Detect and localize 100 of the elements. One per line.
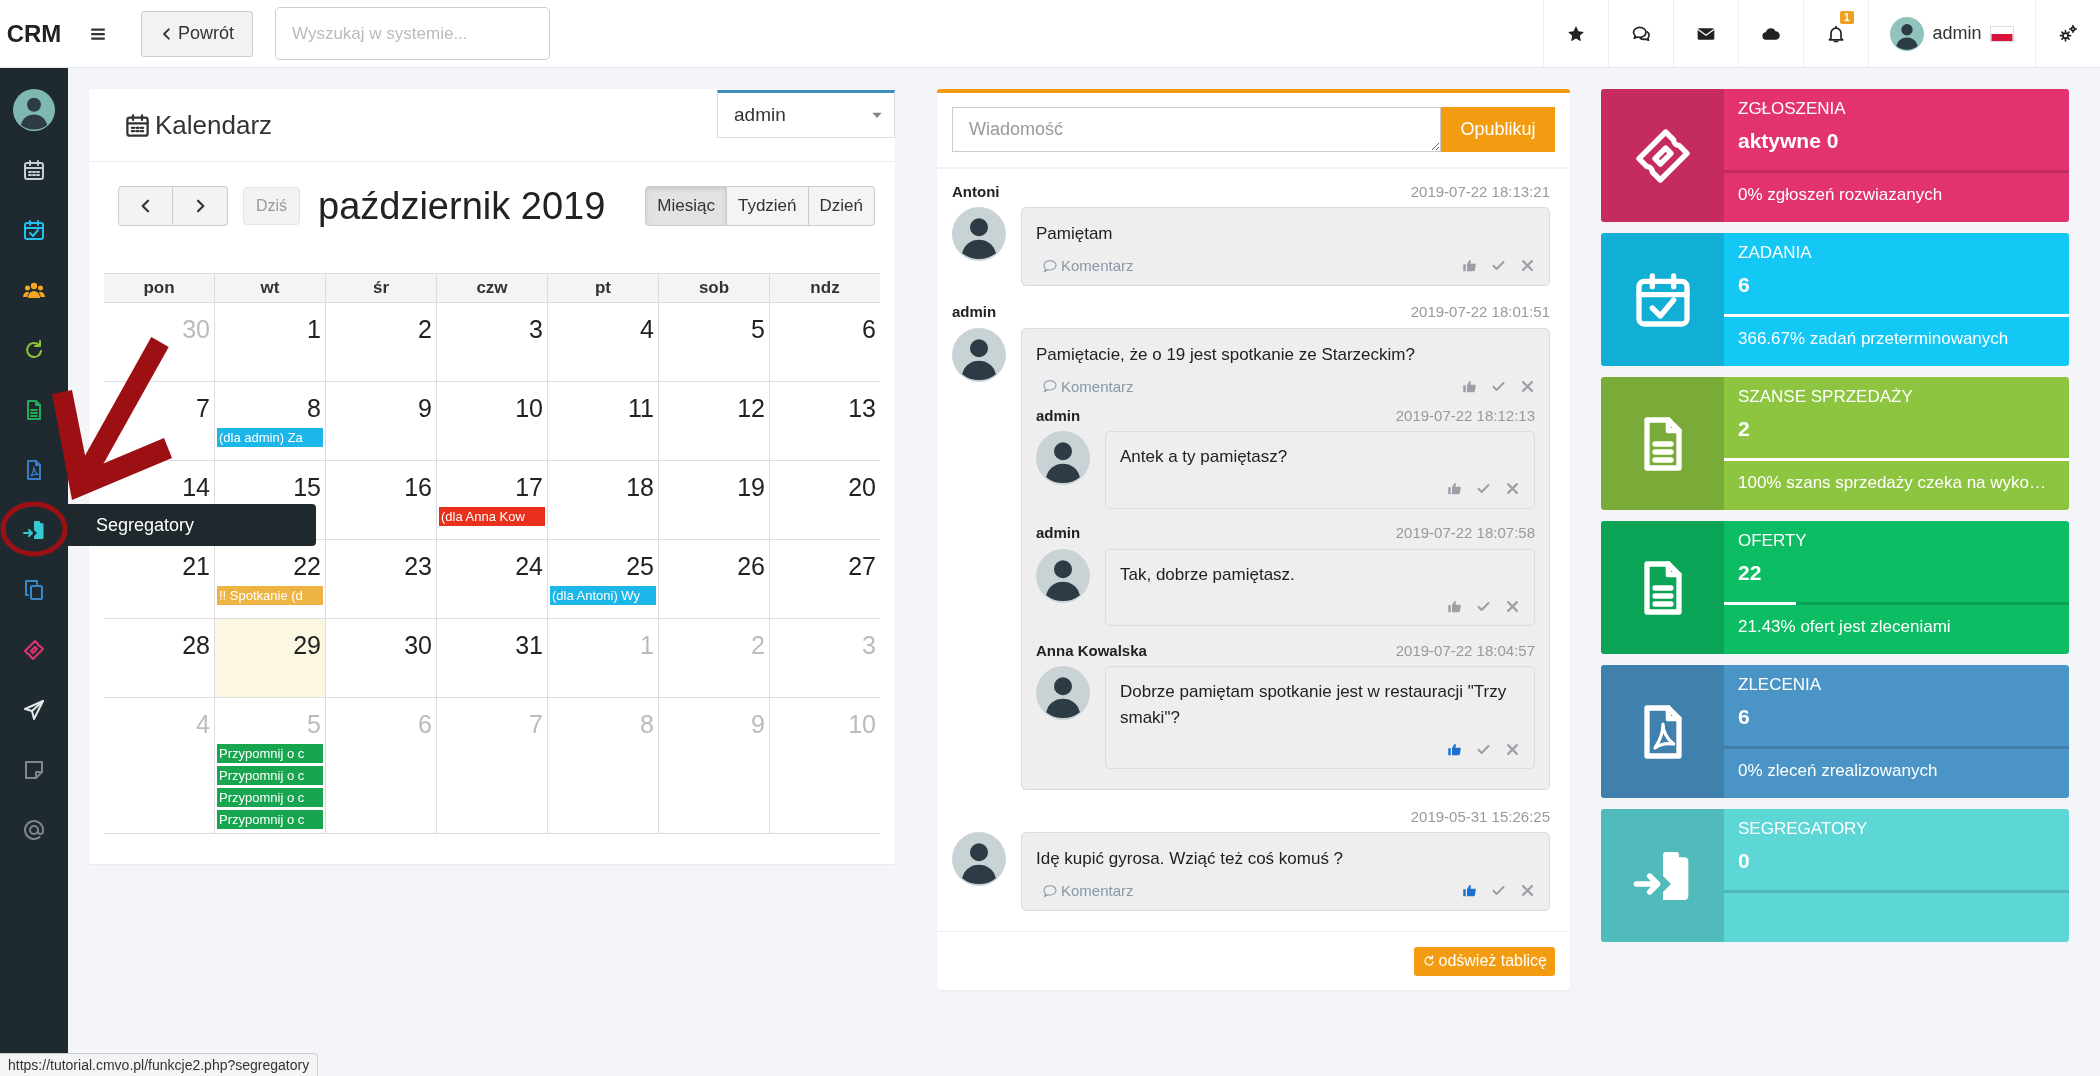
message-text: Pamiętacie, że o 19 jest spotkanie ze Starzeckim?: [1036, 343, 1416, 366]
weekday-header: wt: [214, 274, 325, 302]
day-number: 29: [292, 630, 322, 661]
day-number: 21: [181, 551, 211, 582]
thumbs-up-icon[interactable]: [1447, 598, 1462, 614]
timestamp: 2019-07-22 18:13:21: [1410, 182, 1550, 200]
at-sign-icon[interactable]: [22, 818, 46, 842]
calendar-event[interactable]: Przypomnij o c: [217, 766, 323, 785]
sticky-note-icon[interactable]: [22, 758, 46, 782]
comment-link[interactable]: Komentarz: [1042, 377, 1134, 395]
timestamp: 2019-07-22 18:01:51: [1410, 303, 1550, 320]
stat-title: ZGŁOSZENIA: [1737, 98, 1847, 120]
stat-value: 6: [1737, 704, 1751, 730]
calendar-event[interactable]: (dla admin) Za: [217, 428, 323, 447]
calendar-event[interactable]: Przypomnij o c: [217, 788, 323, 807]
search-field[interactable]: Wyszukaj w systemie...: [275, 7, 550, 60]
thumbs-up-icon[interactable]: [1462, 883, 1477, 898]
stat-value: 22: [1737, 560, 1763, 586]
user-name[interactable]: admin: [1932, 23, 1982, 44]
calendar-event[interactable]: Przypomnij o c: [217, 744, 323, 763]
stat-card[interactable]: SEGREGATORY 0: [1601, 809, 2069, 942]
close-icon[interactable]: [1505, 481, 1520, 496]
user-dropdown[interactable]: admin: [717, 90, 895, 138]
stat-card[interactable]: ZGŁOSZENIA aktywne 0 0% zgłoszeń rozwiazanych: [1601, 89, 2069, 222]
day-number: 23: [403, 551, 433, 582]
day-number: 6: [417, 709, 433, 740]
comment-text: Tak, dobrze pamiętasz.: [1120, 563, 1296, 586]
speech-bubble-icon: [1042, 257, 1058, 274]
stat-card[interactable]: ZADANIA 6 366.67% zadań przeterminowanych: [1601, 233, 2069, 366]
view-tab[interactable]: Tydzień: [726, 186, 809, 226]
comment-link[interactable]: Komentarz: [1042, 882, 1134, 899]
calendar-event[interactable]: (dla Antoni) Wy: [550, 586, 656, 605]
day-number: 26: [736, 551, 766, 582]
stat-value: 0: [1737, 848, 1751, 874]
day-number: 16: [403, 472, 433, 503]
close-icon[interactable]: [1505, 741, 1520, 757]
checkmark-icon[interactable]: [1491, 258, 1506, 273]
today-cell[interactable]: 29: [214, 619, 325, 697]
day-number: 30: [181, 314, 211, 345]
bell-icon[interactable]: [1826, 23, 1846, 44]
day-number: 4: [195, 709, 211, 740]
timestamp: 2019-05-31 15:26:25: [1410, 807, 1550, 825]
weekday-header: ndz: [769, 274, 880, 302]
settings-icon[interactable]: [2058, 23, 2078, 44]
close-icon[interactable]: [1520, 883, 1535, 898]
calendar-event[interactable]: Przypomnij o c: [217, 810, 323, 829]
stat-value: 6: [1737, 272, 1751, 298]
copy-icon[interactable]: [22, 578, 46, 602]
day-cell[interactable]: 25 (dla Antoni) Wy: [547, 540, 658, 618]
stat-card[interactable]: ZLECENIA 6 0% zleceń zrealizowanych: [1601, 665, 2069, 798]
refresh-icon: [1421, 954, 1436, 968]
day-number: 1: [306, 314, 322, 345]
author-name: admin: [1036, 406, 1081, 424]
day-number: 25: [625, 551, 655, 582]
refresh-button[interactable]: odśwież tablicę: [1413, 946, 1555, 976]
today-button[interactable]: Dziś: [243, 187, 300, 225]
calendar-icon[interactable]: [22, 158, 46, 182]
day-cell[interactable]: 22 !! Spotkanie (d: [214, 540, 325, 618]
stat-description: 0% zgłoszeń rozwiazanych: [1737, 184, 1944, 205]
view-tab[interactable]: Miesiąc: [645, 186, 727, 226]
message-field[interactable]: Wiadomość: [952, 107, 1441, 152]
checkmark-icon[interactable]: [1491, 883, 1506, 898]
timestamp: 2019-07-22 18:04:57: [1395, 641, 1535, 659]
user-avatar[interactable]: [13, 89, 55, 131]
close-icon[interactable]: [1520, 378, 1535, 394]
comment-link[interactable]: Komentarz: [1042, 257, 1134, 274]
close-icon[interactable]: [1520, 258, 1535, 273]
stat-card[interactable]: SZANSE SPRZEDAŻY 2 100% szans sprzedaży czeka na wyko…: [1601, 377, 2069, 510]
publish-button[interactable]: Opublikuj: [1441, 107, 1555, 152]
day-cell[interactable]: 17 (dla Anna Kow: [436, 461, 547, 539]
day-number: 8: [639, 709, 655, 740]
day-number: 9: [417, 393, 433, 424]
day-number: 13: [847, 393, 877, 424]
stat-card[interactable]: OFERTY 22 21.43% ofert jest zleceniami: [1601, 521, 2069, 654]
day-number: 22: [292, 551, 322, 582]
view-tab[interactable]: Dzień: [808, 186, 875, 226]
thumbs-up-icon[interactable]: [1447, 741, 1462, 757]
day-number: 17: [514, 472, 544, 503]
calendar-event[interactable]: !! Spotkanie (d: [217, 586, 323, 605]
thumbs-up-icon[interactable]: [1462, 258, 1477, 273]
day-number: 10: [847, 709, 877, 740]
thumbs-up-icon[interactable]: [1447, 481, 1462, 496]
message-text: Pamiętam: [1036, 223, 1114, 245]
calendar-event[interactable]: (dla Anna Kow: [439, 507, 545, 526]
weekday-header: śr: [325, 274, 436, 302]
ticket-icon[interactable]: [22, 638, 46, 662]
back-button[interactable]: Powrót: [141, 10, 253, 57]
day-cell[interactable]: 8 (dla admin) Za: [214, 382, 325, 460]
tooltip: Segregatory: [68, 504, 316, 546]
message-text: Idę kupić gyrosa. Wziąć też coś komuś ?: [1036, 848, 1345, 870]
close-icon[interactable]: [1505, 598, 1520, 614]
day-cell[interactable]: 5 Przypomnij o c Przypomnij o c Przypomnij o c Przypomnij o c: [214, 698, 325, 833]
stat-description: 21.43% ofert jest zleceniami: [1737, 616, 1952, 637]
clipboard-arrow-icon[interactable]: [22, 518, 46, 542]
logo: CRM: [5, 19, 63, 48]
user-avatar[interactable]: [1890, 16, 1925, 51]
thumbs-up-icon[interactable]: [1462, 378, 1477, 394]
calendar-check-icon[interactable]: [22, 218, 46, 242]
checkmark-icon[interactable]: [1476, 481, 1491, 496]
paper-plane-icon[interactable]: [22, 698, 46, 722]
